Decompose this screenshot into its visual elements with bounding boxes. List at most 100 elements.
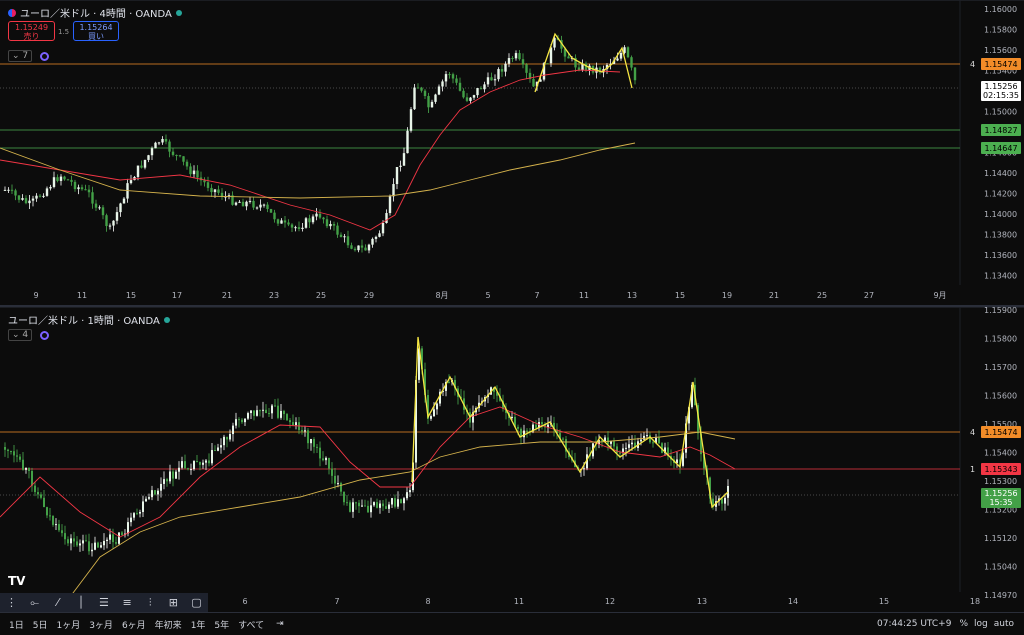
sync-icon[interactable] [40,51,50,61]
indicator-toggle[interactable]: ⌄ 7 [8,50,33,62]
x-tick-label: 7 [334,597,339,606]
x-tick-label: 8月 [435,291,448,300]
x-tick-label: 29 [364,291,374,300]
range-all[interactable]: すべて [238,618,264,631]
x-tick-label: 25 [817,291,827,300]
tradingview-logo-icon[interactable]: TV [8,574,25,588]
x-tick-label: 13 [697,597,707,606]
chart-title-text: ユーロ／米ドル · 1時間 · OANDA [8,316,160,327]
x-tick-label: 11 [514,597,524,606]
zigzag-indicator [411,336,729,509]
zigzag-indicator [534,32,633,93]
bar-countdown: 02:15:35 [983,91,1019,100]
y-tick-label: 1.15900 [984,307,1017,315]
price-level-value: 1.15474 [984,60,1017,69]
y-tick-label: 1.13400 [984,272,1017,281]
range-3m[interactable]: 3ヶ月 [89,618,113,631]
chart-title-text: ユーロ／米ドル · 4時間 · OANDA [20,9,172,20]
cursor-line-icon[interactable]: ⟜ [23,593,46,612]
price-level-value: 1.14827 [984,126,1017,135]
moving-average-line [0,406,736,538]
spread-value: 1.5 [58,28,70,36]
price-level-value: 1.15474 [984,428,1017,437]
x-tick-label: 15 [879,597,889,606]
range-5y[interactable]: 5年 [214,618,229,631]
y-tick-label: 1.14400 [984,169,1017,178]
sync-icon[interactable] [40,330,50,340]
range-1y[interactable]: 1年 [191,618,206,631]
y-tick-label: 1.15600 [984,46,1017,55]
y-tick-label: 1.15300 [984,477,1017,486]
indicator-count: 4 [22,330,29,340]
x-tick-label: 9 [33,291,38,300]
y-tick-label: 1.15040 [984,563,1017,572]
market-open-icon [175,9,182,16]
indicator-count: 7 [22,51,29,61]
bottom-bar: 1日 5日 1ヶ月 3ヶ月 6ヶ月 年初来 1年 5年 すべて ⇥ 07:44:… [0,612,1024,635]
candles[interactable] [3,34,637,254]
x-tick-label: 12 [605,597,615,606]
indicator-controls: ⌄ 4 [8,329,50,341]
goto-date-icon[interactable]: ⇥ [276,619,284,629]
y-tick-label: 1.15400 [984,449,1017,458]
y-tick-label: 1.14000 [984,210,1017,219]
buy-button[interactable]: 1.15264 買い [73,21,119,41]
drawing-toolbar: ⋮ ⟜ ⁄ │ ☰ ≡ ⫶ ⊞ ▢ [0,593,208,612]
price-chart-1h[interactable]: 1.159001.158001.157001.156001.155001.154… [0,307,1024,612]
chart-pane-4h[interactable]: 1.160001.158001.156001.154001.152001.150… [0,0,1024,305]
log-toggle[interactable]: log [974,619,988,629]
parallel-icon[interactable]: ⫶ [139,593,162,612]
fib-icon[interactable]: ☰ [92,593,115,612]
range-6m[interactable]: 6ヶ月 [122,618,146,631]
current-price-value: 1.15256 [984,82,1017,91]
market-open-icon [163,316,170,323]
y-tick-label: 1.14200 [984,190,1017,199]
x-tick-label: 11 [77,291,87,300]
range-1d[interactable]: 1日 [9,618,24,631]
candles[interactable] [4,343,729,557]
sell-price: 1.15249 [14,23,49,32]
level-number: 4 [970,428,975,437]
x-tick-label: 18 [970,597,980,606]
buy-label: 買い [88,32,104,41]
rect-icon[interactable]: ▢ [185,593,208,612]
range-ytd[interactable]: 年初来 [155,618,182,631]
x-tick-label: 5 [485,291,490,300]
vertical-line-icon[interactable]: │ [69,593,92,612]
auto-toggle[interactable]: auto [994,619,1014,629]
x-tick-label: 21 [769,291,779,300]
grid-icon[interactable]: ⊞ [162,593,185,612]
level-number: 4 [970,60,975,69]
percent-toggle[interactable]: % [959,619,968,629]
price-level-value: 1.15343 [984,465,1017,474]
y-tick-label: 1.15120 [984,534,1017,543]
y-tick-label: 1.13600 [984,251,1017,260]
x-tick-label: 19 [722,291,732,300]
sell-button[interactable]: 1.15249 売り [8,21,55,41]
y-tick-label: 1.15700 [984,363,1017,372]
price-chart-4h[interactable]: 1.160001.158001.156001.154001.152001.150… [0,0,1024,305]
range-5d[interactable]: 5日 [33,618,48,631]
moving-average-line [69,431,736,598]
sell-label: 売り [23,32,40,41]
clock[interactable]: 07:44:25 UTC+9 [877,619,951,629]
y-tick-label: 1.14970 [984,591,1017,600]
x-tick-label: 14 [788,597,798,606]
x-tick-label: 15 [126,291,136,300]
y-tick-label: 1.15000 [984,108,1017,117]
moving-average-line [0,69,621,231]
current-price-value: 1.15256 [984,489,1017,498]
trendline-icon[interactable]: ⁄ [46,593,69,612]
x-tick-label: 27 [864,291,874,300]
handle-icon[interactable]: ⋮ [0,593,23,612]
range-1m[interactable]: 1ヶ月 [56,618,80,631]
x-tick-label: 9月 [933,291,946,300]
x-tick-label: 7 [534,291,539,300]
channel-icon[interactable]: ≡ [116,593,139,612]
chart-title: ユーロ／米ドル · 4時間 · OANDA [8,5,182,20]
x-tick-label: 25 [316,291,326,300]
chart-pane-1h[interactable]: 1.15900 1.15800 1.15700 1.15600 1.15500 1.154… [0,307,1024,612]
level-number: 1 [970,465,975,474]
chart-title: ユーロ／米ドル · 1時間 · OANDA [8,312,170,327]
indicator-toggle[interactable]: ⌄ 4 [8,329,33,341]
